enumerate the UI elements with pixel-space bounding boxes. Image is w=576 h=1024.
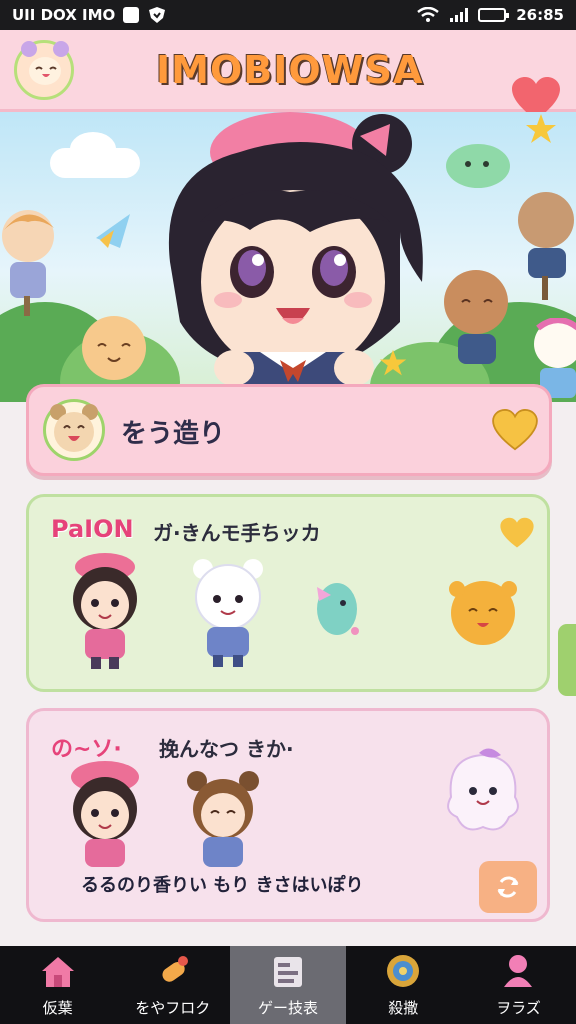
- card-green-title-a: PaION: [51, 515, 134, 543]
- bear-face-icon: [43, 399, 105, 461]
- card-pink-caption: るるのり香りい もり きさはいぽり: [81, 875, 364, 896]
- notebook-icon: [274, 957, 302, 987]
- collection-card-green[interactable]: PaION ガ·きんモ手ちッカ: [26, 494, 550, 692]
- nav-item-home[interactable]: 仮葉: [0, 946, 115, 1024]
- status-right: 26:85: [416, 6, 564, 24]
- status-bar: UII DOX IMO 26:85: [0, 0, 576, 30]
- refresh-button[interactable]: [479, 861, 537, 913]
- refresh-icon: [497, 876, 519, 898]
- character-left2-icon: [82, 316, 146, 380]
- heart-icon[interactable]: [499, 517, 535, 549]
- bear-face-icon[interactable]: [14, 40, 74, 100]
- nav-label: 仮葉: [42, 999, 73, 1017]
- bird-icon: [96, 214, 130, 248]
- nav-label: ゲー技表: [258, 999, 319, 1017]
- card-pink-title-b: 挽んなつ きか·: [159, 737, 294, 761]
- status-left: UII DOX IMO: [12, 6, 167, 24]
- app-title: IMOBIOWSA: [156, 48, 424, 92]
- character-left-icon: [2, 210, 54, 316]
- nav-item-candy[interactable]: をやフロク: [115, 946, 230, 1024]
- nav-label: 殺撒: [388, 999, 419, 1017]
- nav-item-medal[interactable]: 殺撒: [346, 946, 461, 1024]
- character-right2-icon: [444, 270, 508, 364]
- heart-icon[interactable]: [491, 409, 539, 451]
- scrollbar-handle[interactable]: [558, 624, 576, 696]
- ghost-icon[interactable]: [439, 747, 527, 839]
- hero-banner: [0, 112, 576, 402]
- bottom-navigation: 仮葉 をやフロク ゲー技表 殺撒 ヲラズ: [0, 946, 576, 1024]
- chibi-bear-icon[interactable]: [183, 555, 273, 671]
- home-icon: [41, 957, 74, 987]
- star-icon: [526, 114, 556, 143]
- slime-icon: [446, 144, 510, 188]
- shield-icon: [149, 7, 166, 23]
- orange-blob-icon[interactable]: [441, 571, 525, 651]
- cloud: [70, 132, 116, 166]
- featured-title: をう造り: [121, 419, 226, 449]
- nav-label: ヲラズ: [496, 999, 541, 1017]
- nav-label: をやフロク: [135, 999, 211, 1017]
- candy-icon: [162, 956, 188, 982]
- battery-icon: [478, 8, 510, 22]
- collection-card-pink[interactable]: の~ソ· 挽んなつ きか· るるのり香りい もり きさはいぽり: [26, 708, 550, 922]
- chibi-girl-icon[interactable]: [59, 551, 151, 671]
- chibi-girl-hat-icon[interactable]: [59, 759, 151, 871]
- nav-item-profile[interactable]: ヲラズ: [461, 946, 576, 1024]
- medal-icon: [387, 955, 420, 987]
- status-time: 26:85: [516, 6, 564, 24]
- hero-girl-illustration: [168, 112, 423, 402]
- fish-toy-icon[interactable]: [309, 577, 365, 641]
- featured-card[interactable]: をう造り: [26, 384, 552, 476]
- status-text: UII DOX IMO: [12, 6, 116, 24]
- card-green-title-b: ガ·きんモ手ちッカ: [153, 521, 321, 545]
- signal-icon: [450, 8, 469, 22]
- chibi-boy-icon[interactable]: [179, 767, 267, 873]
- app-header: IMOBIOWSA: [0, 30, 576, 120]
- wifi-icon: [417, 7, 440, 22]
- nav-item-notebook[interactable]: ゲー技表: [230, 946, 346, 1024]
- notification-icon: [123, 7, 140, 23]
- profile-icon: [504, 955, 533, 987]
